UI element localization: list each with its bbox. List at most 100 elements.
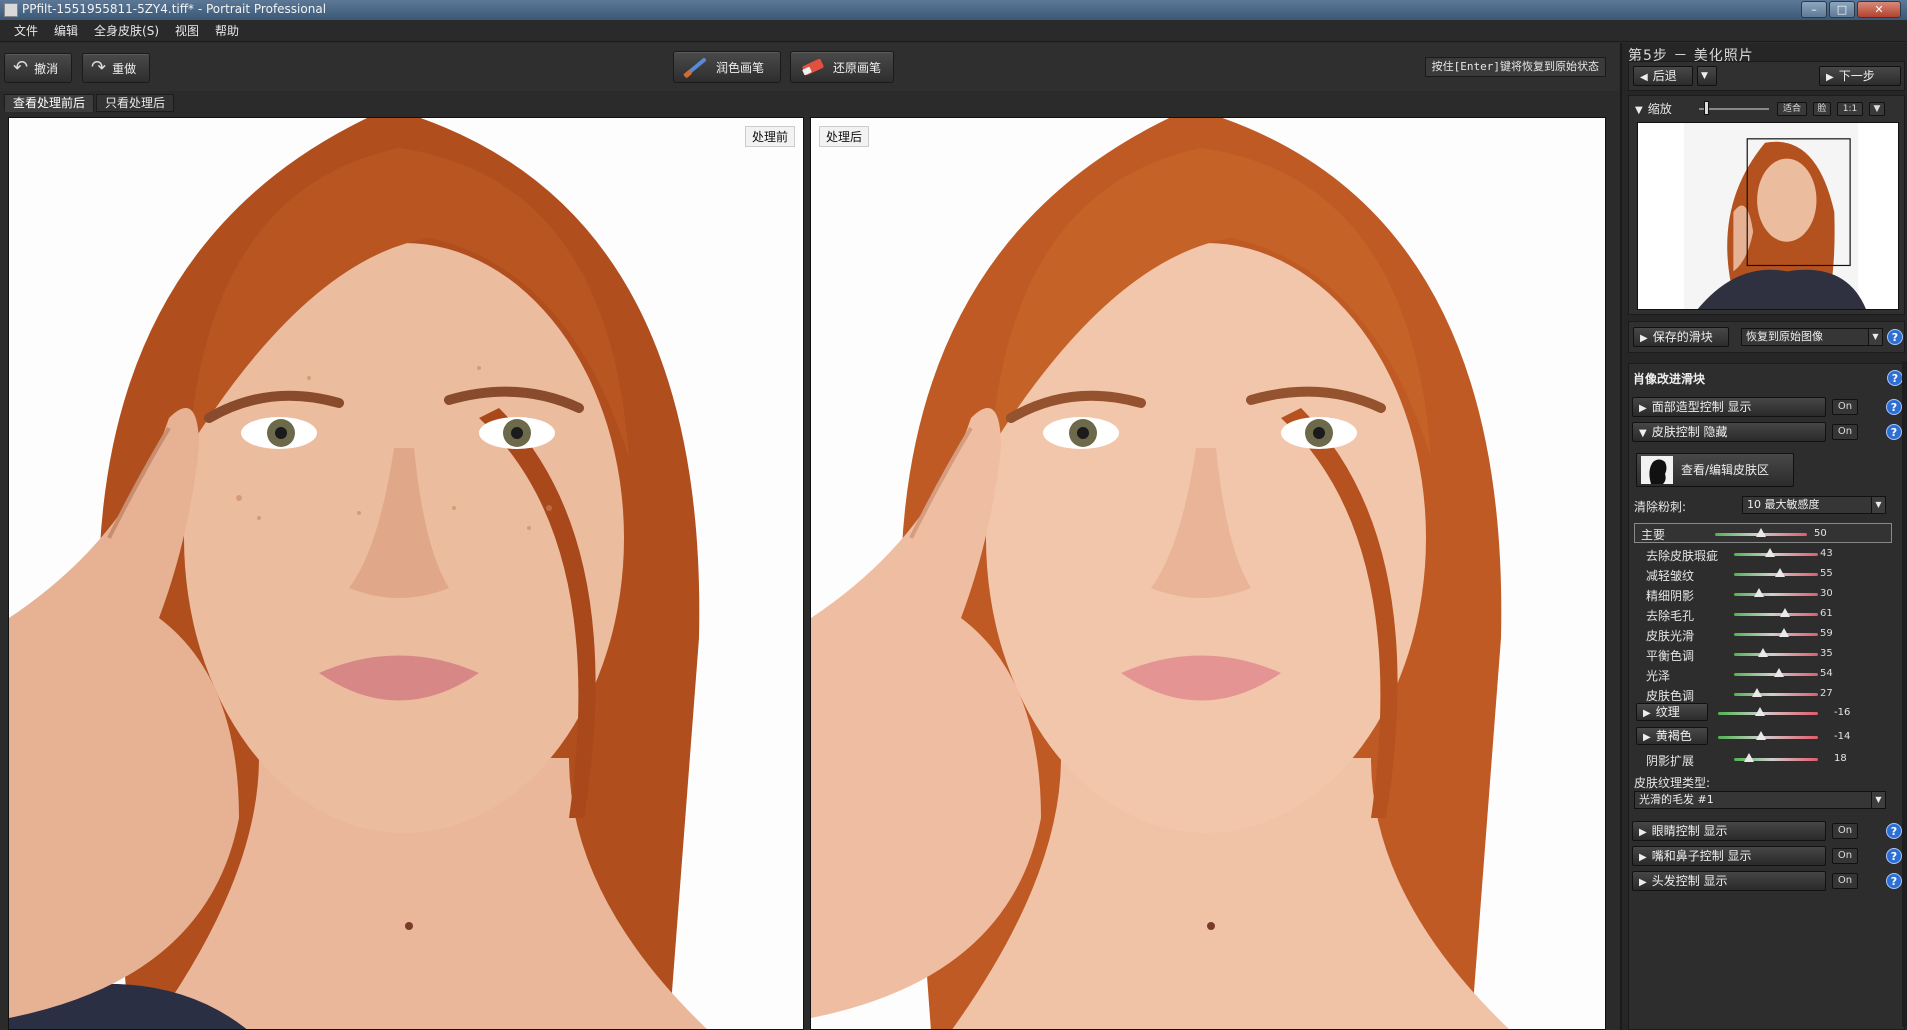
shadow-expand-slider-knob[interactable] — [1744, 753, 1755, 762]
face-shape-button[interactable]: ▶ 面部造型控制 显示 — [1632, 397, 1826, 417]
undo-label: 撤消 — [34, 61, 59, 76]
paint-brush-icon — [683, 58, 706, 78]
skin-slider-value: 55 — [1820, 568, 1833, 579]
maximize-icon[interactable]: □ — [1829, 1, 1855, 18]
menu-edit[interactable]: 编辑 — [46, 22, 86, 39]
minimize-icon[interactable]: – — [1801, 1, 1827, 18]
skin-slider-track[interactable] — [1734, 633, 1818, 636]
remove-acne-dropdown[interactable]: 10 最大敏感度 ▼ — [1742, 496, 1886, 514]
zoom-options-button[interactable]: ▼ — [1869, 102, 1885, 116]
skin-slider-knob[interactable] — [1758, 648, 1769, 657]
face-shape-row: ▶ 面部造型控制 显示 On ? — [1628, 395, 1905, 419]
yellow-brown-expand-button[interactable]: ▶ 黄褐色 — [1636, 727, 1708, 745]
skin-slider-row: 皮肤色调 27 — [1636, 684, 1899, 704]
back-button[interactable]: ◀ 后退 — [1633, 66, 1693, 86]
nav-section: ◀ 后退 ▼ ▶ 下一步 — [1628, 61, 1905, 91]
hair-control-button[interactable]: ▶ 头发控制 显示 — [1632, 871, 1826, 891]
thumbnail-image — [1638, 123, 1898, 309]
saved-sliders-button[interactable]: ▶ 保存的滑块 — [1633, 327, 1729, 347]
saved-sliders-expand-icon: ▶ — [1640, 333, 1648, 344]
mouth-nose-button[interactable]: ▶ 嘴和鼻子控制 显示 — [1632, 846, 1826, 866]
skin-control-on-toggle[interactable]: On — [1832, 424, 1858, 440]
texture-slider-track[interactable] — [1718, 712, 1818, 715]
back-dropdown-button[interactable]: ▼ — [1697, 66, 1717, 86]
help-icon[interactable]: ? — [1886, 424, 1902, 440]
restore-brush-button[interactable]: 还原画笔 — [790, 51, 894, 83]
skin-slider-label: 去除皮肤瑕疵 — [1646, 549, 1719, 563]
next-arrow-icon: ▶ — [1826, 72, 1834, 83]
skin-slider-knob[interactable] — [1751, 688, 1762, 697]
before-image-pane[interactable]: 处理前 — [8, 117, 804, 1030]
yellow-brown-slider-track[interactable] — [1718, 736, 1818, 739]
face-shape-on-toggle[interactable]: On — [1832, 399, 1858, 415]
chevron-down-icon: ▼ — [1871, 497, 1885, 513]
master-slider-row: 主要 50 — [1634, 523, 1892, 543]
eye-control-row: ▶ 眼睛控制 显示 On ? — [1628, 819, 1905, 843]
skin-control-button[interactable]: ▼ 皮肤控制 隐藏 — [1632, 422, 1826, 442]
portrait-image-before — [9, 118, 803, 1029]
hair-control-label: 头发控制 显示 — [1651, 874, 1728, 888]
remove-acne-value: 10 最大敏感度 — [1747, 498, 1820, 511]
zoom-face-button[interactable]: 脸 — [1813, 102, 1831, 116]
skin-slider-track[interactable] — [1734, 653, 1818, 656]
menu-full-skin[interactable]: 全身皮肤(S) — [86, 22, 167, 39]
help-icon[interactable]: ? — [1887, 370, 1903, 386]
next-button[interactable]: ▶ 下一步 — [1819, 66, 1901, 86]
skin-slider-value: 35 — [1820, 648, 1833, 659]
skin-slider-value: 30 — [1820, 588, 1833, 599]
texture-slider-knob[interactable] — [1755, 707, 1765, 716]
zoom-header[interactable]: ▼ 缩放 — [1635, 100, 1672, 117]
tab-before-after[interactable]: 查看处理前后 — [4, 94, 95, 112]
help-icon[interactable]: ? — [1886, 848, 1902, 864]
view-edit-skin-area-button[interactable]: 查看/编辑皮肤区 — [1636, 453, 1794, 487]
saved-sliders-section: ▶ 保存的滑块 恢复到原始图像 ▼ ? — [1628, 321, 1905, 353]
skin-slider-label: 减轻皱纹 — [1646, 569, 1695, 583]
navigator-thumbnail[interactable] — [1637, 122, 1899, 310]
skin-slider-knob[interactable] — [1765, 548, 1776, 557]
skin-texture-type-dropdown[interactable]: 光滑的毛发 #1 ▼ — [1634, 791, 1886, 809]
zoom-slider-handle[interactable] — [1704, 101, 1709, 115]
after-image-pane[interactable]: 处理后 — [810, 117, 1606, 1030]
close-icon[interactable]: ✕ — [1857, 1, 1901, 18]
help-icon[interactable]: ? — [1887, 329, 1903, 345]
mouth-nose-on-toggle[interactable]: On — [1832, 848, 1858, 864]
hair-control-on-toggle[interactable]: On — [1832, 873, 1858, 889]
skin-slider-knob[interactable] — [1780, 608, 1791, 617]
undo-button[interactable]: ↶ 撤消 — [4, 53, 72, 83]
help-icon[interactable]: ? — [1886, 823, 1902, 839]
menu-file[interactable]: 文件 — [6, 22, 46, 39]
zoom-1to1-button[interactable]: 1:1 — [1837, 102, 1863, 116]
eye-control-button[interactable]: ▶ 眼睛控制 显示 — [1632, 821, 1826, 841]
skin-slider-row: 皮肤光滑 59 — [1636, 624, 1899, 644]
skin-slider-track[interactable] — [1734, 613, 1818, 616]
skin-slider-track[interactable] — [1734, 553, 1818, 556]
skin-slider-knob[interactable] — [1775, 568, 1786, 577]
menu-help[interactable]: 帮助 — [207, 22, 247, 39]
zoom-slider-track[interactable] — [1699, 108, 1769, 110]
eye-control-on-toggle[interactable]: On — [1832, 823, 1858, 839]
redo-label: 重做 — [112, 61, 137, 76]
eraser-icon — [802, 58, 824, 76]
skin-slider-knob[interactable] — [1754, 588, 1765, 597]
texture-expand-button[interactable]: ▶ 纹理 — [1636, 703, 1708, 721]
view-edit-skin-label: 查看/编辑皮肤区 — [1681, 463, 1770, 477]
skin-slider-track[interactable] — [1734, 693, 1818, 696]
skin-slider-label: 皮肤色调 — [1646, 689, 1695, 703]
skin-slider-knob[interactable] — [1778, 628, 1789, 637]
tab-after-only[interactable]: 只看处理后 — [96, 94, 175, 112]
app-icon — [4, 3, 18, 17]
right-panel: 第5步 － 美化照片 ◀后退 ▼ ▶下一步 ▼缩放 适合 脸 1:1 ▼ — [1620, 43, 1907, 1030]
help-icon[interactable]: ? — [1886, 873, 1902, 889]
shadow-expand-slider-row: 阴影扩展 18 — [1636, 749, 1899, 769]
restore-original-dropdown[interactable]: 恢复到原始图像 ▼ — [1741, 328, 1883, 346]
menu-view[interactable]: 视图 — [167, 22, 207, 39]
redo-button[interactable]: ↷ 重做 — [82, 53, 150, 83]
touchup-brush-button[interactable]: 润色画笔 — [673, 51, 781, 83]
help-icon[interactable]: ? — [1886, 399, 1902, 415]
panel-scrollbar[interactable] — [1902, 361, 1907, 1027]
zoom-fit-button[interactable]: 适合 — [1777, 102, 1807, 116]
skin-slider-track[interactable] — [1734, 593, 1818, 596]
yellow-brown-slider-knob[interactable] — [1756, 731, 1766, 740]
skin-slider-knob[interactable] — [1774, 668, 1785, 677]
master-slider-knob[interactable] — [1756, 528, 1766, 537]
